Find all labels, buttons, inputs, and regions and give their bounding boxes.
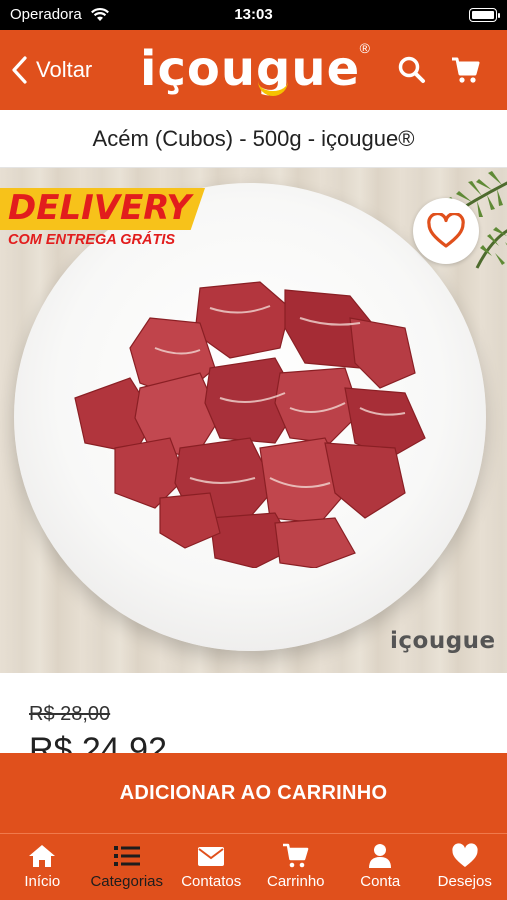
price-area: R$ 28,00 R$ 24,92 — [0, 673, 507, 753]
mail-icon — [198, 847, 225, 866]
chevron-left-icon — [12, 56, 27, 84]
home-icon — [29, 845, 56, 867]
tab-label: Início — [24, 873, 61, 890]
add-to-cart-label: ADICIONAR AO CARRINHO — [119, 781, 388, 804]
cart-icon[interactable] — [450, 54, 482, 86]
list-icon — [113, 846, 140, 866]
product-title: Acém (Cubos) - 500g - içougue® — [92, 125, 415, 151]
beef-cubes — [74, 281, 426, 568]
image-watermark: içougue — [390, 628, 496, 654]
status-time: 13:03 — [234, 6, 273, 23]
current-price: R$ 24,92 — [29, 731, 167, 753]
tab-label: Contatos — [181, 873, 242, 890]
app-header: Voltar içougue ® — [0, 30, 507, 110]
heart-outline-icon — [427, 213, 465, 248]
tab-contatos[interactable]: Contatos — [169, 834, 254, 900]
back-label: Voltar — [36, 57, 93, 82]
user-icon — [369, 844, 392, 868]
tab-label: Conta — [360, 873, 401, 890]
tab-label: Categorias — [90, 873, 164, 890]
delivery-badge: DELIVERY COM ENTREGA GRÁTIS — [0, 186, 205, 258]
tab-categorias[interactable]: Categorias — [85, 834, 170, 900]
battery-icon — [469, 8, 500, 22]
brand-logo: içougue ® — [140, 36, 370, 102]
product-title-bar: Acém (Cubos) - 500g - içougue® — [0, 110, 507, 168]
product-image: DELIVERY COM ENTREGA GRÁTIS içougue — [0, 168, 507, 673]
logo-registered-mark: ® — [359, 40, 370, 56]
heart-icon — [452, 843, 478, 867]
tab-label: Desejos — [437, 873, 492, 890]
tab-inicio[interactable]: Início — [0, 834, 85, 900]
logo-text: içougue — [140, 41, 361, 97]
tab-desejos[interactable]: Desejos — [423, 834, 507, 900]
delivery-badge-title: DELIVERY — [8, 188, 191, 228]
back-button[interactable]: Voltar — [10, 50, 92, 90]
tab-conta[interactable]: Conta — [338, 834, 423, 900]
add-to-cart-button[interactable]: ADICIONAR AO CARRINHO — [0, 753, 507, 833]
tab-carrinho[interactable]: Carrinho — [254, 834, 339, 900]
search-icon[interactable] — [396, 54, 428, 86]
cart-icon — [282, 843, 309, 868]
old-price: R$ 28,00 — [29, 703, 111, 725]
tab-bar: Início Categorias Contatos Carrinho Cont… — [0, 833, 507, 900]
favorite-button[interactable] — [413, 198, 479, 264]
status-bar: Operadora 13:03 — [0, 0, 507, 30]
delivery-badge-subtitle: COM ENTREGA GRÁTIS — [8, 232, 176, 248]
tab-label: Carrinho — [266, 873, 325, 890]
